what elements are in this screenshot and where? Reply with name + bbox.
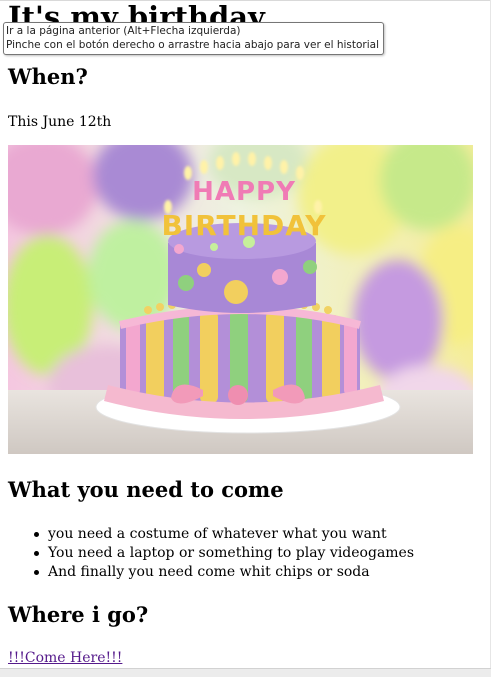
svg-text:HAPPY: HAPPY [192,177,296,207]
tooltip-line-2: Pinche con el botón derecho o arrastre h… [6,39,380,51]
come-here-link[interactable]: !!!Come Here!!! [8,649,122,667]
horizontal-scrollbar[interactable] [0,668,491,677]
tooltip-line-1: Ir a la página anterior (Alt+Flecha izqu… [6,25,241,37]
where-heading: Where i go? [8,602,149,627]
needs-list: you need a costume of whatever what you … [26,525,414,582]
when-text: This June 12th [8,114,112,130]
list-item: You need a laptop or something to play v… [26,544,414,563]
list-item: you need a costume of whatever what you … [26,525,414,544]
when-heading: When? [8,64,88,89]
list-item: And finally you need come whit chips or … [26,563,414,582]
needs-heading: What you need to come [8,477,284,502]
svg-text:BIRTHDAY: BIRTHDAY [161,209,326,242]
birthday-cake-image: HAPPY BIRTHDAY [8,145,473,454]
back-button-tooltip: Ir a la página anterior (Alt+Flecha izqu… [3,22,385,55]
